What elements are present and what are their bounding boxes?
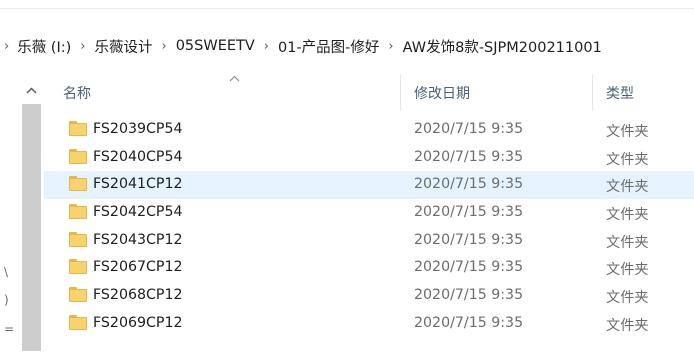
- file-row[interactable]: FS2067CP12 2020/7/15 9:35 文件夹: [44, 254, 694, 282]
- file-type: 文件夹: [606, 207, 649, 224]
- folder-icon: [69, 148, 87, 164]
- file-date-modified: 2020/7/15 9:35: [414, 176, 524, 193]
- file-list: FS2039CP54 2020/7/15 9:35 文件夹 FS2040CP54 202…: [44, 116, 694, 338]
- file-type: 文件夹: [606, 234, 649, 251]
- file-row[interactable]: FS2068CP12 2020/7/15 9:35 文件夹: [44, 282, 694, 310]
- folder-icon: [69, 259, 87, 275]
- file-name: FS2068CP12: [93, 287, 183, 304]
- file-row[interactable]: FS2069CP12 2020/7/15 9:35 文件夹: [44, 310, 694, 338]
- folder-icon: [69, 287, 87, 303]
- breadcrumb: › 乐薇 (I:) › 乐薇设计 › 05SWEETV › 01-产品图-修好 …: [0, 26, 694, 66]
- file-type: 文件夹: [606, 179, 649, 196]
- folder-icon: [69, 314, 87, 330]
- file-name: FS2042CP54: [93, 204, 183, 221]
- column-header-date-modified[interactable]: 修改日期: [414, 83, 470, 103]
- breadcrumb-separator-icon[interactable]: ›: [153, 39, 176, 54]
- breadcrumb-item-drive[interactable]: 乐薇 (I:): [17, 36, 71, 57]
- file-name: FS2067CP12: [93, 259, 183, 276]
- toolbar-bottom-border: [0, 0, 694, 9]
- breadcrumb-separator-icon[interactable]: ›: [255, 39, 278, 54]
- file-row[interactable]: FS2040CP54 2020/7/15 9:35 文件夹: [44, 144, 694, 172]
- breadcrumb-separator-icon[interactable]: ›: [379, 39, 402, 54]
- column-header-name[interactable]: 名称: [63, 83, 91, 103]
- scroll-up-arrow-icon[interactable]: [24, 83, 38, 97]
- vertical-scrollbar-thumb[interactable]: [22, 104, 41, 351]
- file-type: 文件夹: [606, 317, 649, 334]
- nav-pane-glyph: ): [4, 293, 9, 307]
- file-type: 文件夹: [606, 124, 649, 140]
- column-divider[interactable]: [592, 75, 593, 111]
- folder-icon: [69, 204, 87, 220]
- file-name: FS2039CP54: [93, 121, 183, 137]
- file-date-modified: 2020/7/15 9:35: [414, 231, 524, 248]
- file-type: 文件夹: [606, 262, 649, 279]
- breadcrumb-item-product-images[interactable]: 01-产品图-修好: [278, 36, 379, 57]
- column-divider[interactable]: [400, 75, 401, 111]
- breadcrumb-item-design[interactable]: 乐薇设计: [95, 36, 153, 57]
- file-row[interactable]: FS2041CP12 2020/7/15 9:35 文件夹: [44, 171, 694, 200]
- column-header-row: 名称 修改日期 类型: [44, 72, 694, 111]
- file-row[interactable]: FS2043CP12 2020/7/15 9:35 文件夹: [44, 227, 694, 255]
- file-type: 文件夹: [606, 151, 649, 168]
- file-name: FS2041CP12: [93, 176, 183, 193]
- file-date-modified: 2020/7/15 9:35: [414, 259, 524, 276]
- folder-icon: [69, 121, 87, 136]
- breadcrumb-item-current-folder[interactable]: AW发饰8款-SJPM200211001: [403, 36, 602, 57]
- breadcrumb-item-brand[interactable]: 05SWEETV: [176, 38, 255, 54]
- file-name: FS2069CP12: [93, 314, 183, 331]
- file-name: FS2040CP54: [93, 148, 183, 165]
- nav-pane-glyph: \: [4, 265, 9, 279]
- breadcrumb-lead-chevron[interactable]: ›: [0, 39, 17, 54]
- navigation-pane-edge: \ ) =: [0, 75, 20, 362]
- file-date-modified: 2020/7/15 9:35: [414, 287, 524, 304]
- file-name: FS2043CP12: [93, 231, 183, 248]
- file-date-modified: 2020/7/15 9:35: [414, 204, 524, 221]
- file-date-modified: 2020/7/15 9:35: [414, 314, 524, 331]
- file-date-modified: 2020/7/15 9:35: [414, 148, 524, 165]
- file-row[interactable]: FS2039CP54 2020/7/15 9:35 文件夹: [44, 116, 694, 144]
- folder-icon: [69, 176, 87, 192]
- file-date-modified: 2020/7/15 9:35: [414, 121, 524, 137]
- file-type: 文件夹: [606, 290, 649, 307]
- nav-pane-glyph: =: [4, 322, 15, 336]
- file-row[interactable]: FS2042CP54 2020/7/15 9:35 文件夹: [44, 199, 694, 227]
- sort-ascending-icon: [229, 72, 240, 85]
- folder-icon: [69, 231, 87, 247]
- column-header-type[interactable]: 类型: [606, 83, 634, 103]
- breadcrumb-separator-icon[interactable]: ›: [71, 39, 94, 54]
